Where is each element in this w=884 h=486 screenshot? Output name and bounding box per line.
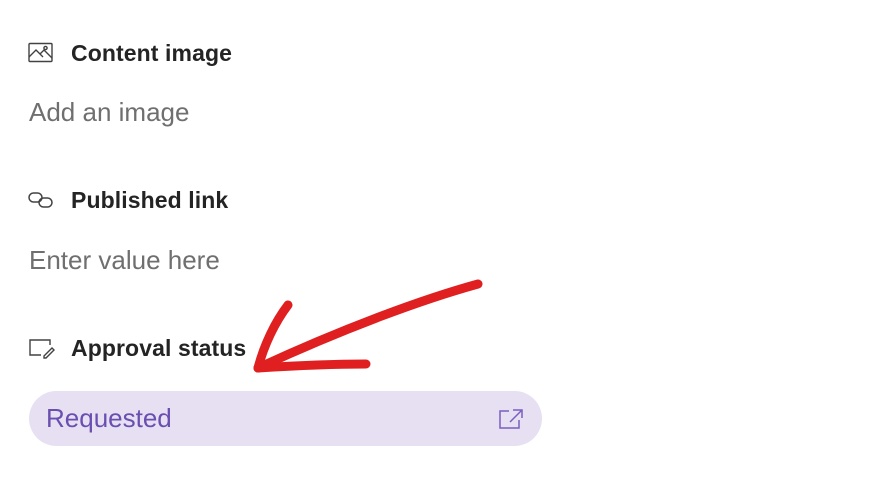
approval-status-header: Approval status [28,334,246,362]
add-image-button[interactable]: Add an image [29,97,189,128]
published-link-header: Published link [28,186,228,214]
image-icon [28,39,56,67]
published-link-input[interactable]: Enter value here [29,245,220,276]
approval-status-field: Approval status [28,334,246,362]
content-image-header: Content image [28,39,232,67]
edit-status-icon [28,334,56,362]
published-link-field: Published link [28,186,228,214]
published-link-label: Published link [71,186,229,213]
approval-status-label: Approval status [71,334,247,361]
open-external-icon[interactable] [497,405,525,433]
content-image-field: Content image [28,39,232,67]
link-icon [28,186,56,214]
approval-status-pill[interactable]: Requested [29,391,542,446]
approval-status-value: Requested [46,403,172,433]
content-image-label: Content image [71,39,233,66]
